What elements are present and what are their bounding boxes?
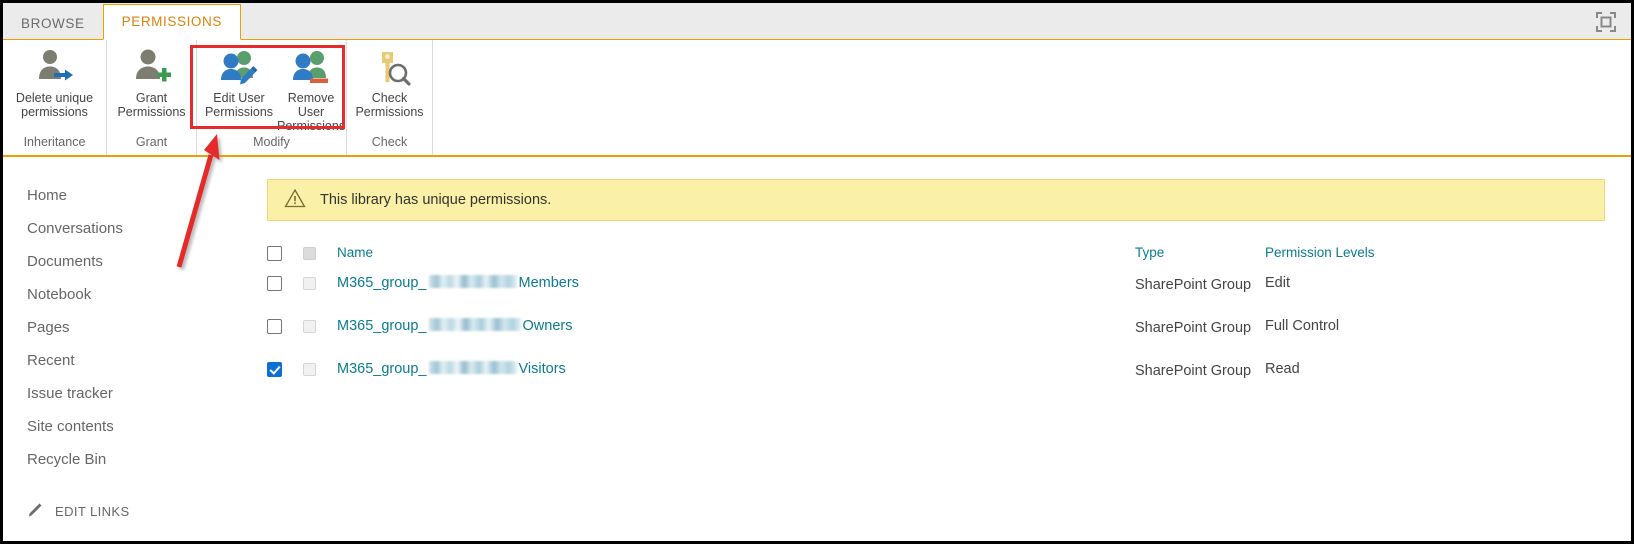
ribbon-group-inheritance: Delete unique permissions Inheritance xyxy=(3,40,107,155)
focus-on-content-icon[interactable] xyxy=(1595,11,1617,33)
permissions-main-panel: This library has unique permissions. Nam… xyxy=(259,157,1631,541)
ribbon-group-grant: Grant Permissions Grant xyxy=(107,40,197,155)
row-type: SharePoint Group xyxy=(1135,319,1252,336)
row-checkbox[interactable] xyxy=(267,361,282,377)
header-ghost-cell xyxy=(303,245,337,275)
ribbon-group-label-check: Check xyxy=(371,135,408,149)
row-ghost-checkbox-icon xyxy=(303,362,316,376)
redacted-name-block xyxy=(428,274,517,288)
select-all-checkbox[interactable] xyxy=(267,245,282,261)
grant-permissions-label: Grant Permissions xyxy=(117,91,186,119)
permissions-table: Name Type Permission Levels M365_group_ … xyxy=(267,245,1605,404)
row-type: SharePoint Group xyxy=(1135,362,1252,379)
ribbon-group-modify: Edit User Permissions Remove User Permis… xyxy=(197,40,347,155)
row-permission-level: Full Control xyxy=(1265,317,1340,334)
edit-user-permissions-button[interactable]: Edit User Permissions xyxy=(203,46,275,119)
warning-triangle-icon xyxy=(284,188,306,213)
row-name-cell: M365_group_ Members xyxy=(337,274,1135,318)
banner-message: This library has unique permissions. xyxy=(320,192,552,208)
sidebar-item-issue-tracker[interactable]: Issue tracker xyxy=(27,377,259,410)
group-name-prefix: M365_group_ xyxy=(337,317,427,334)
group-link[interactable]: M365_group_ Visitors xyxy=(337,360,566,377)
delete-unique-permissions-label: Delete unique permissions xyxy=(15,91,94,119)
group-name-prefix: M365_group_ xyxy=(337,360,427,377)
remove-user-permissions-icon xyxy=(290,48,332,88)
redacted-name-block xyxy=(428,317,521,331)
group-name-suffix: Members xyxy=(518,274,579,291)
row-select-cell xyxy=(267,361,303,404)
row-checkbox[interactable] xyxy=(267,318,282,334)
table-row[interactable]: M365_group_ Visitors SharePoint Group Rea… xyxy=(267,360,1605,404)
ribbon-toolbar: Delete unique permissions Inheritance Gr… xyxy=(3,40,1631,157)
edit-user-permissions-label: Edit User Permissions xyxy=(204,91,274,119)
sidebar-item-recent[interactable]: Recent xyxy=(27,344,259,377)
unique-permissions-banner: This library has unique permissions. xyxy=(267,179,1605,221)
group-link[interactable]: M365_group_ Members xyxy=(337,274,579,291)
row-ghost-cell xyxy=(303,318,337,361)
row-type: SharePoint Group xyxy=(1135,276,1252,293)
ribbon-group-label-modify: Modify xyxy=(253,135,290,149)
edit-links-label: EDIT LINKS xyxy=(55,504,130,519)
edit-user-permissions-icon xyxy=(218,48,260,88)
header-ghost-checkbox-icon xyxy=(303,246,316,260)
tab-permissions[interactable]: PERMISSIONS xyxy=(102,4,241,40)
row-name-cell: M365_group_ Visitors xyxy=(337,360,1135,404)
group-name-suffix: Visitors xyxy=(518,360,566,377)
sidebar-item-documents[interactable]: Documents xyxy=(27,245,259,278)
tab-browse[interactable]: BROWSE xyxy=(3,9,103,39)
grant-permissions-button[interactable]: Grant Permissions xyxy=(111,46,192,119)
sharepoint-permissions-screen: BROWSE PERMISSIONS Delete unique permiss… xyxy=(0,0,1634,544)
edit-links-button[interactable]: EDIT LINKS xyxy=(27,501,259,522)
sidebar-item-conversations[interactable]: Conversations xyxy=(27,212,259,245)
group-name-prefix: M365_group_ xyxy=(337,274,427,291)
ribbon-group-label-inheritance: Inheritance xyxy=(23,135,86,149)
check-permissions-icon xyxy=(369,48,411,88)
ribbon-tabstrip: BROWSE PERMISSIONS xyxy=(3,3,1631,40)
table-header-row: Name Type Permission Levels xyxy=(267,245,1605,275)
column-header-permission-levels[interactable]: Permission Levels xyxy=(1265,245,1605,275)
row-ghost-checkbox-icon xyxy=(303,276,316,290)
ribbon-group-check: Check Permissions Check xyxy=(347,40,433,155)
row-ghost-checkbox-icon xyxy=(303,319,316,333)
pencil-icon xyxy=(27,501,45,522)
ribbon-group-label-grant: Grant xyxy=(135,135,168,149)
row-ghost-cell xyxy=(303,361,337,404)
sidebar-item-notebook[interactable]: Notebook xyxy=(27,278,259,311)
row-select-cell xyxy=(267,318,303,361)
sidebar-item-home[interactable]: Home xyxy=(27,179,259,212)
table-row[interactable]: M365_group_ Members SharePoint Group Edit xyxy=(267,274,1605,318)
column-header-type[interactable]: Type xyxy=(1135,245,1265,275)
row-checkbox[interactable] xyxy=(267,275,282,291)
row-permission-level: Edit xyxy=(1265,274,1290,291)
select-all-cell xyxy=(267,245,303,275)
sidebar-item-recycle-bin[interactable]: Recycle Bin xyxy=(27,443,259,476)
sidebar-item-site-contents[interactable]: Site contents xyxy=(27,410,259,443)
redacted-name-block xyxy=(428,360,517,374)
left-navigation: Home Conversations Documents Notebook Pa… xyxy=(3,157,259,541)
check-permissions-label: Check Permissions xyxy=(355,91,424,119)
group-link[interactable]: M365_group_ Owners xyxy=(337,317,573,334)
remove-user-permissions-label: Remove User Permissions xyxy=(277,91,346,133)
row-name-cell: M365_group_ Owners xyxy=(337,317,1135,361)
group-name-suffix: Owners xyxy=(522,317,573,334)
sidebar-item-pages[interactable]: Pages xyxy=(27,311,259,344)
row-select-cell xyxy=(267,275,303,318)
delete-unique-permissions-button[interactable]: Delete unique permissions xyxy=(7,46,102,119)
delete-unique-permissions-icon xyxy=(34,48,76,88)
remove-user-permissions-button[interactable]: Remove User Permissions xyxy=(275,46,347,133)
row-ghost-cell xyxy=(303,275,337,318)
row-permission-level: Read xyxy=(1265,360,1300,377)
check-permissions-button[interactable]: Check Permissions xyxy=(351,46,428,119)
column-header-name[interactable]: Name xyxy=(337,245,1135,275)
page-content: Home Conversations Documents Notebook Pa… xyxy=(3,157,1631,541)
grant-permissions-icon xyxy=(131,48,173,88)
table-row[interactable]: M365_group_ Owners SharePoint Group Full … xyxy=(267,317,1605,361)
